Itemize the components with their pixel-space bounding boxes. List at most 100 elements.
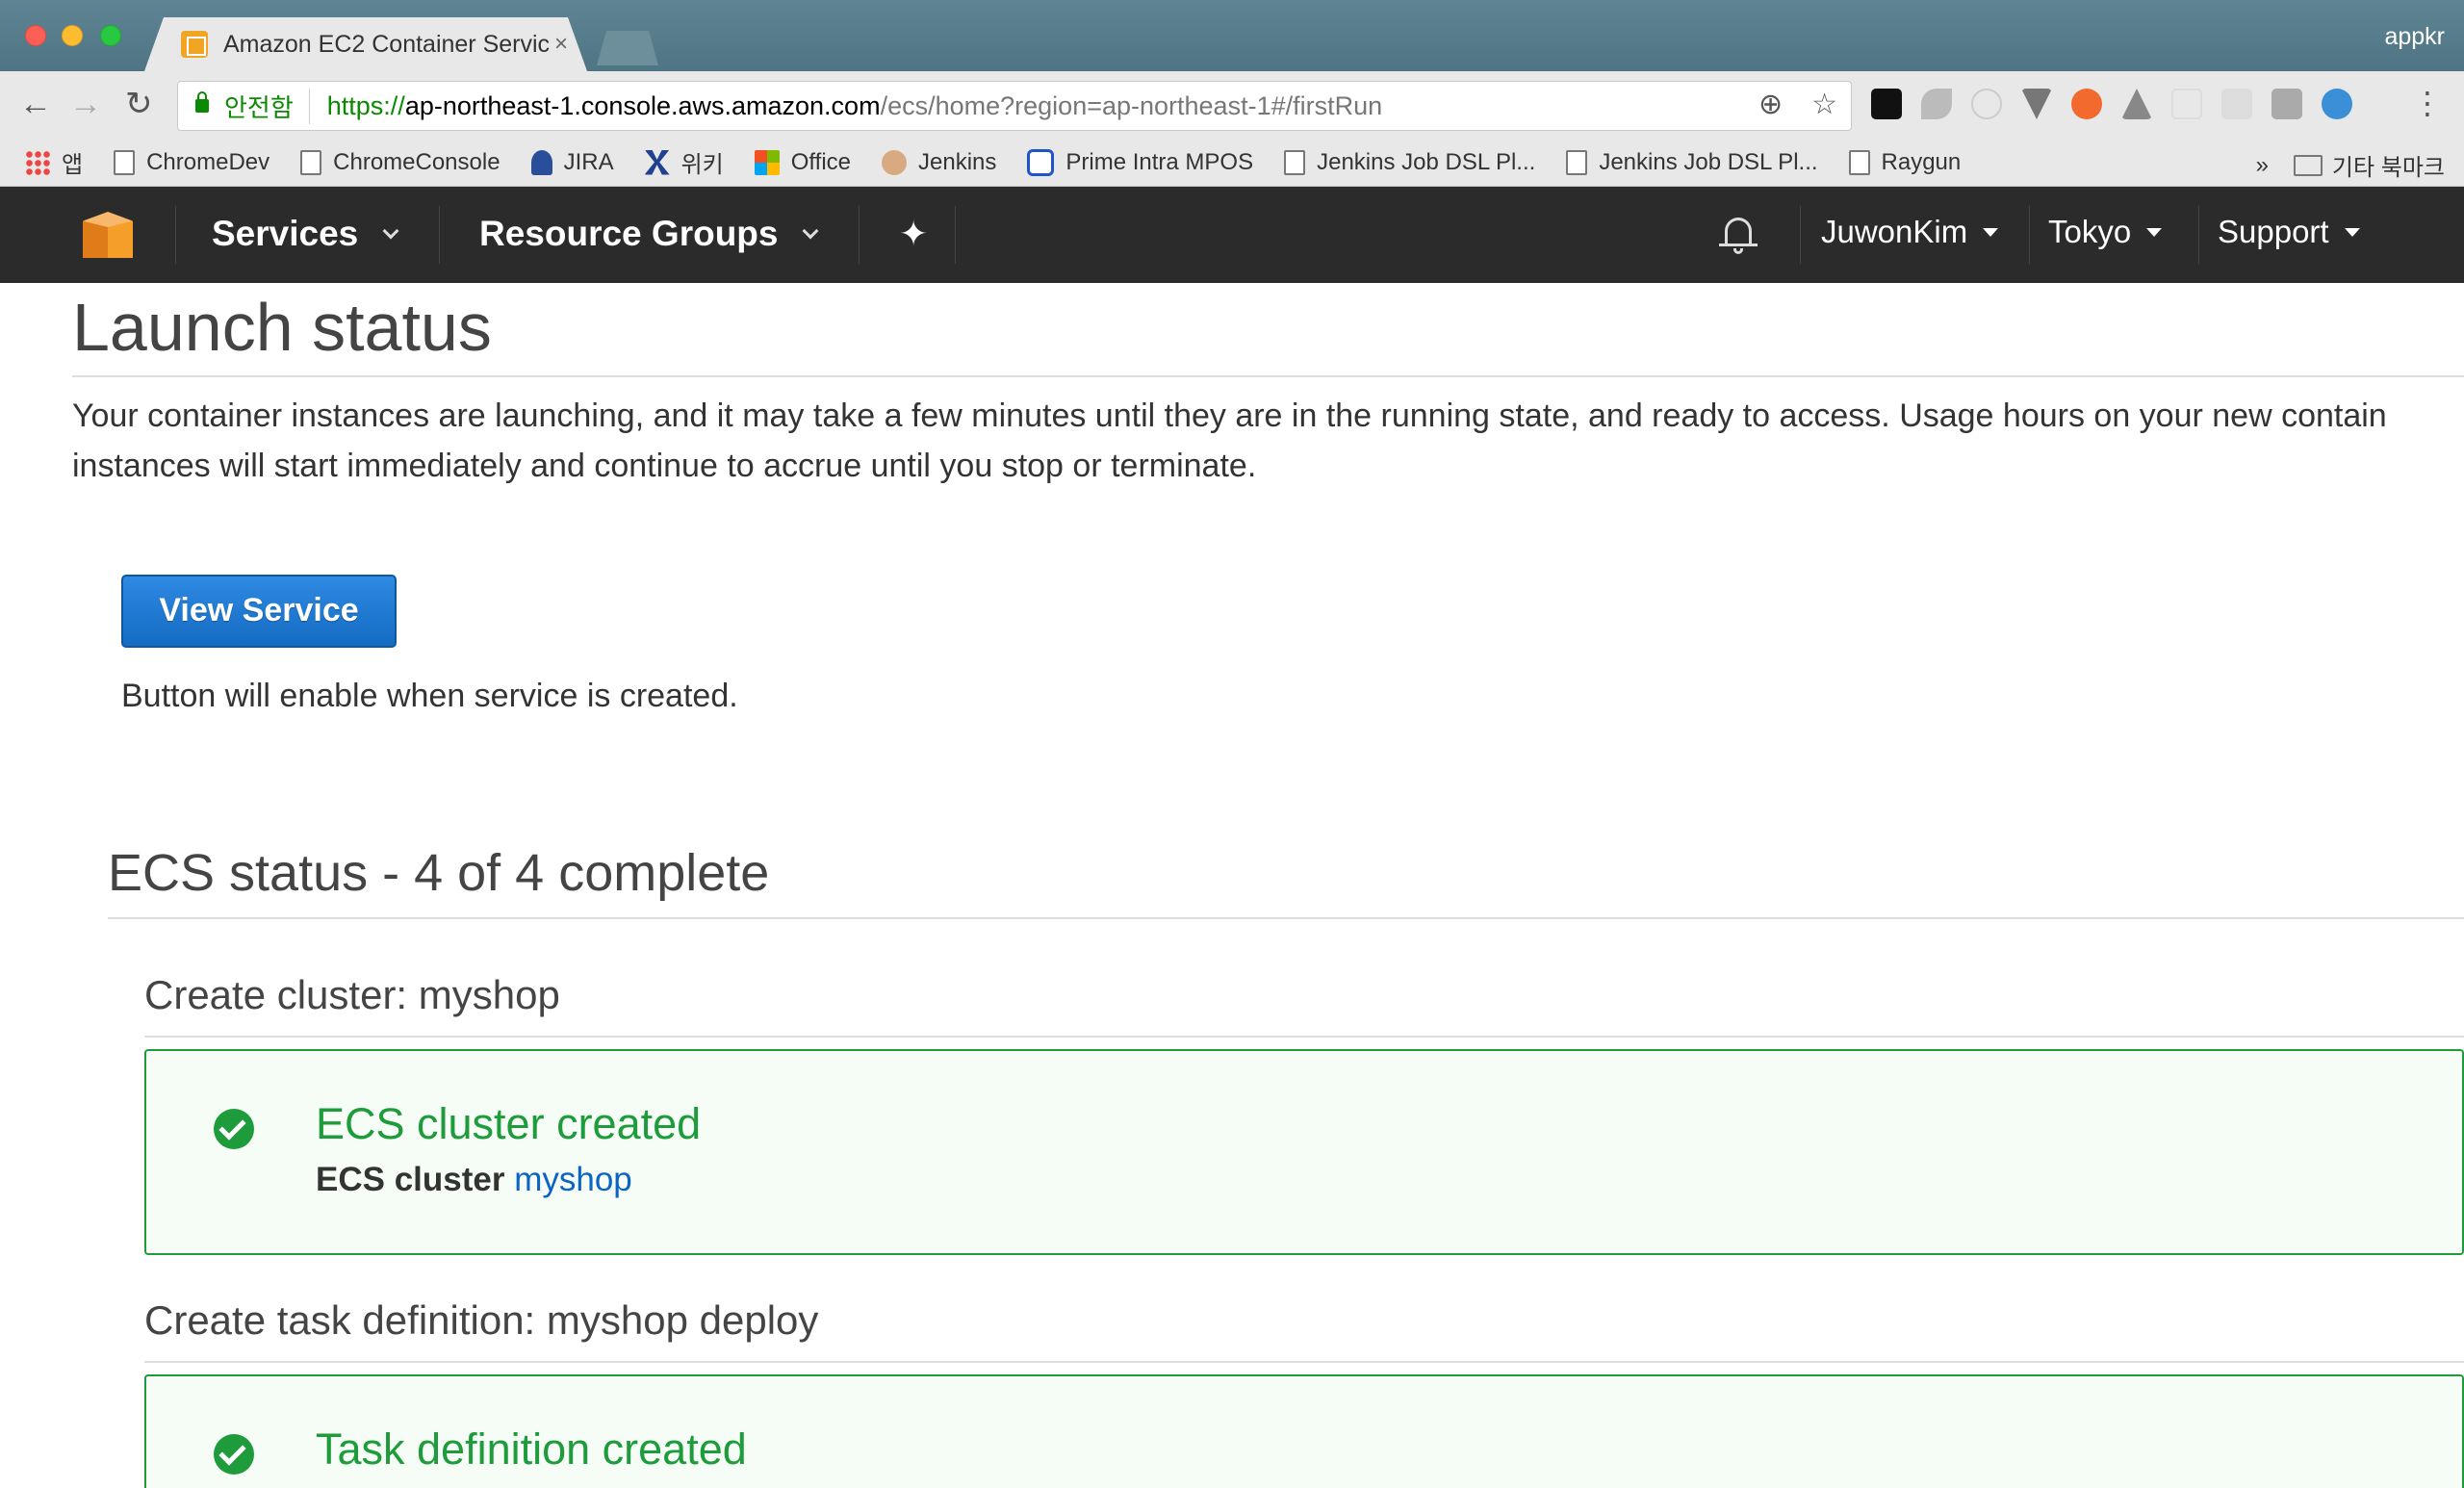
brackets-extension-icon[interactable] [2171,89,2202,119]
reload-icon[interactable]: ↻ [125,85,153,123]
other-bookmarks[interactable]: 기타 북마크 [2332,148,2445,182]
bookmark-office[interactable]: Office [754,149,851,176]
zoom-window-button[interactable] [100,25,121,46]
minimize-window-button[interactable] [62,25,83,46]
launch-description: Your container instances are launching, … [72,391,2464,491]
forward-icon[interactable]: → [69,85,102,123]
close-window-button[interactable] [25,25,46,46]
office-icon [754,149,780,175]
browser-menu-icon[interactable]: ⋮ [2412,85,2443,121]
resource-groups-label: Resource Groups [479,214,779,253]
user-menu[interactable]: JuwonKim [1821,214,1999,250]
divider [144,1361,2464,1363]
page-icon [1848,149,1870,175]
drive-extension-icon[interactable] [2121,89,2152,119]
bookmarks-overflow-button[interactable]: » [2256,152,2269,179]
chevron-down-icon [802,222,819,240]
extension-bar [1871,89,2352,119]
grid-extension-icon[interactable] [2221,89,2252,119]
notifications-bell-icon[interactable] [1719,212,1758,256]
bookmark-label: ChromeDev [146,148,270,175]
bookmark-label: ChromeConsole [333,148,500,175]
bookmark-apps[interactable]: 앱 [25,145,83,179]
status-title: Task definition created [316,1424,747,1474]
bookmark-raygun[interactable]: Raygun [1848,149,1961,176]
bookmark-jenkins-job-dsl-2[interactable]: Jenkins Job DSL Pl... [1566,148,1818,176]
jetbrains-extension-icon[interactable] [1871,89,1902,119]
bookmarks-bar: 앱 ChromeDev ChromeConsole JIRA 위키 Office… [0,139,2464,187]
cluster-link[interactable]: myshop [514,1161,632,1198]
divider [72,375,2464,377]
circle-extension-icon[interactable] [1971,89,2002,119]
user-label: JuwonKim [1821,214,1968,249]
divider [144,1036,2464,1038]
task-definition-status-panel: Task definition created [144,1374,2464,1488]
check-extension-icon[interactable] [2322,89,2352,119]
support-menu[interactable]: Support [2218,214,2360,250]
aws-logo-icon[interactable] [83,212,133,258]
main-content: Launch status Your container instances a… [0,283,2464,1488]
jenkins-icon [882,149,907,175]
success-check-icon [214,1434,254,1475]
bookmark-star-icon[interactable]: ☆ [1811,88,1837,121]
bookmark-jenkins-job-dsl-1[interactable]: Jenkins Job DSL Pl... [1284,149,1535,176]
services-menu[interactable]: Services [212,214,399,254]
jira-icon [530,149,552,175]
bookmark-chromeconsole[interactable]: ChromeConsole [300,149,500,176]
back-icon[interactable]: ← [19,85,52,123]
bookmark-label: Jenkins Job DSL Pl... [1599,148,1818,175]
url-host: ap-northeast-1.console.aws.amazon.com [404,90,881,120]
button-note: Button will enable when service is creat… [121,678,738,714]
support-label: Support [2218,214,2329,249]
caret-down-icon [2146,227,2163,237]
chart-extension-icon[interactable] [2272,89,2302,119]
success-check-icon [214,1109,254,1149]
security-label[interactable]: 안전함 [224,88,310,124]
lock-icon [195,91,209,113]
ecs-status-heading: ECS status - 4 of 4 complete [108,844,770,902]
url-path: /ecs/home?region=ap-northeast-1#/firstRu… [880,90,1383,120]
address-bar[interactable]: 안전함 https://ap-northeast-1.console.aws.a… [177,81,1852,131]
page-icon [1566,149,1588,175]
region-label: Tokyo [2048,214,2132,249]
bookmark-label: Jenkins [918,148,997,175]
url-text[interactable]: https://ap-northeast-1.console.aws.amazo… [327,91,1382,121]
bookmark-label: 앱 [62,152,84,178]
folder-icon [2293,154,2323,176]
apps-icon [25,149,50,175]
region-menu[interactable]: Tokyo [2048,214,2163,250]
url-scheme: https:// [326,90,405,120]
chevron-down-icon [382,222,399,240]
aws-console-nav: Services Resource Groups ✦ JuwonKim Toky… [0,187,2464,283]
page-icon [114,149,136,175]
vue-extension-icon[interactable] [2021,89,2052,119]
aws-favicon-icon [181,31,208,58]
bookmark-wiki[interactable]: 위키 [644,145,724,179]
status-detail: ECS cluster myshop [316,1161,632,1199]
profile-name[interactable]: appkr [2384,23,2445,51]
tab-title: Amazon EC2 Container Service [223,30,551,58]
bookmark-chromedev[interactable]: ChromeDev [114,149,270,176]
tab-close-icon[interactable]: × [554,31,568,58]
feather-extension-icon[interactable] [1921,89,1952,119]
bookmark-jira[interactable]: JIRA [530,148,614,176]
bookmark-prime-intra-mpos[interactable]: Prime Intra MPOS [1027,148,1253,176]
view-service-button[interactable]: View Service [121,575,397,648]
bookmark-label: JIRA [563,148,614,175]
detail-label: ECS cluster [316,1161,505,1198]
zoom-icon[interactable]: ⊕ [1758,88,1783,121]
browser-tab-active[interactable]: Amazon EC2 Container Service × [144,17,587,71]
bookmark-label: Jenkins Job DSL Pl... [1317,148,1536,175]
bookmark-label: 위키 [680,152,724,178]
page-title: Launch status [72,290,492,365]
new-tab-button[interactable] [597,31,658,65]
bookmark-jenkins[interactable]: Jenkins [882,149,996,176]
pin-icon[interactable]: ✦ [899,214,928,254]
launch-description-line: instances will start immediately and con… [72,448,1257,484]
caret-down-icon [2344,227,2360,237]
divider [108,917,2464,919]
lifebuoy-extension-icon[interactable] [2071,89,2102,119]
page-icon [1284,149,1306,175]
resource-groups-menu[interactable]: Resource Groups [479,214,819,254]
section-heading-create-cluster: Create cluster: myshop [144,972,560,1017]
